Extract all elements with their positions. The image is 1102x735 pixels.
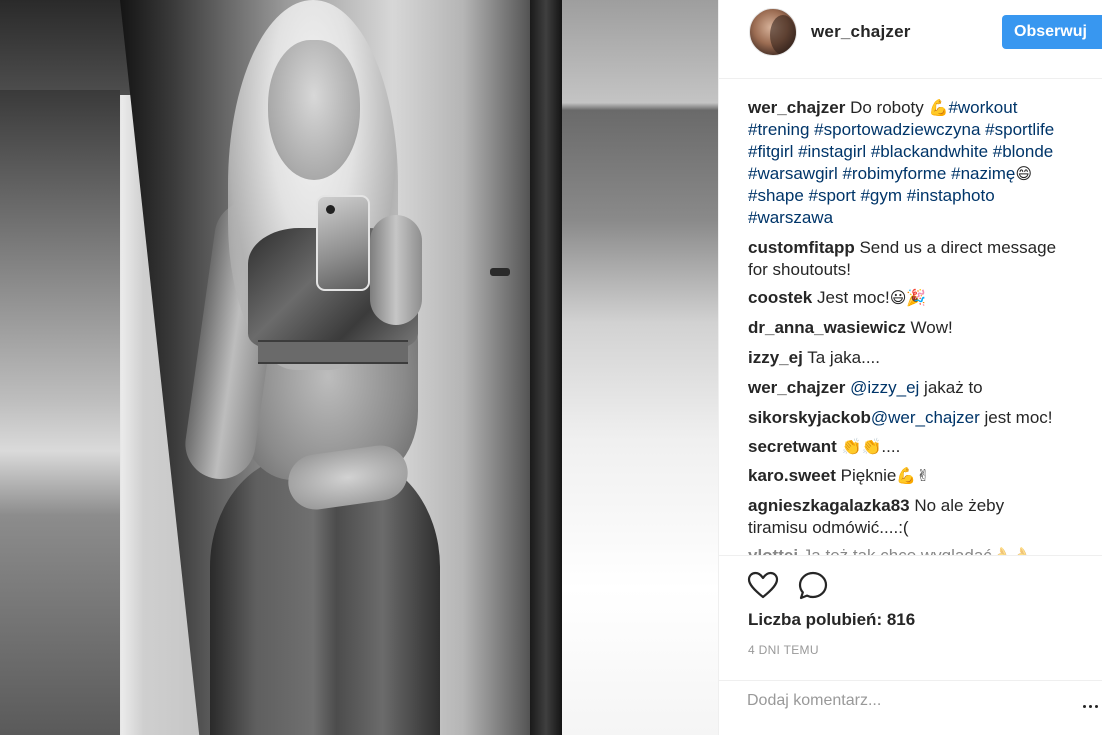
caption-hashtags-line4[interactable]: #warsawgirl #robimyforme #nazimę [748,164,1015,183]
photo-wall-left [0,90,120,735]
comment-text: jakaż to [924,378,983,397]
caption-line: #trening #sportowadziewczyna #sportlife [748,119,1088,141]
caption-line: #shape #sport #gym #instaphoto [748,185,1088,207]
comment-mention[interactable]: @wer_chajzer [871,408,980,427]
comment-text: No ale żeby [914,496,1005,515]
comment-text: jest moc! [984,408,1053,427]
follow-button[interactable]: Obserwuj [1002,15,1102,49]
comment-text: Wow! [910,318,953,337]
comment-mention[interactable]: @izzy_ej [850,378,919,397]
hashtag-workout[interactable]: #workout [948,98,1017,117]
phone-camera-lens [326,205,335,214]
comment-item: dr_anna_wasiewicz Wow! [748,317,1088,339]
comment-username[interactable]: wer_chajzer [748,378,845,397]
caption-hashtags-line2[interactable]: #trening #sportowadziewczyna #sportlife [748,120,1054,139]
comment-text: .... [881,437,901,456]
comment-username[interactable]: sikorskyjackob [748,408,871,427]
comment-item: wer_chajzer @izzy_ej jakaż to [748,377,1088,399]
add-comment-input[interactable] [747,689,1067,713]
comment-emoji: 😃🎉 [889,288,927,307]
photo-door-frame [530,0,562,735]
comment-username[interactable]: izzy_ej [748,348,803,367]
comment-emoji: 👌👌 [992,545,1032,555]
heart-icon[interactable] [747,570,779,602]
author-username[interactable]: wer_chajzer [811,22,911,42]
post-side-panel: wer_chajzer Obserwuj wer_chajzer Do robo… [718,0,1102,735]
post-timestamp: 4 DNI TEMU [748,643,819,657]
photo-wall-right [560,0,718,735]
comment-username[interactable]: dr_anna_wasiewicz [748,318,906,337]
comment-item-continued: for shoutouts! [748,259,1088,281]
photo-face [268,40,360,180]
flexed-biceps-emoji: 💪 [928,98,949,117]
comment-item: sikorskyjackob@wer_chajzer jest moc! [748,407,1088,429]
caption-line: #warszawa [748,207,1088,229]
comment-emoji: 👏👏 [841,437,882,456]
comment-text: Send us a direct message [859,238,1057,257]
author-avatar[interactable] [749,8,797,56]
comment-item-continued: tiramisu odmówić....:( [748,517,1088,539]
comment-text: Ja też tak chce wyglądać [803,546,992,555]
caption-text: Do roboty [850,98,929,117]
comment-icon[interactable] [797,570,829,602]
comment-item: agnieszkagalazka83 No ale żeby [748,495,1088,517]
post-actions: Liczba polubień: 816 4 DNI TEMU [719,555,1102,680]
comments-list[interactable]: wer_chajzer Do roboty 💪#workout #trening… [719,80,1102,555]
likes-count[interactable]: Liczba polubień: 816 [748,610,915,630]
photo-door-handle [490,268,510,276]
photo-bra-band [258,340,408,364]
comment-item: coostek Jest moc!😃🎉 [748,287,1088,309]
caption: wer_chajzer Do roboty 💪#workout [748,97,1088,119]
post-header: wer_chajzer Obserwuj [719,0,1102,79]
comment-item: customfitapp Send us a direct message [748,237,1088,259]
comment-emoji: 💪✌ [896,466,930,485]
comment-username[interactable]: ylottej [748,546,798,555]
comment-item: ylottej Ja też tak chce wyglądać👌👌 [748,545,1088,555]
comment-text: Jest moc! [816,288,890,307]
caption-hashtags-line5[interactable]: #shape #sport #gym #instaphoto [748,186,995,205]
more-options-icon[interactable] [1083,695,1101,708]
comment-username[interactable]: agnieszkagalazka83 [748,496,910,515]
comment-username[interactable]: customfitapp [748,238,855,257]
caption-hashtags-line6[interactable]: #warszawa [748,208,833,227]
comment-item: karo.sweet Pięknie💪✌ [748,465,1088,487]
caption-line: #fitgirl #instagirl #blackandwhite #blon… [748,141,1088,163]
smiling-face-emoji: 😄 [1015,164,1033,183]
comment-item: izzy_ej Ta jaka.... [748,347,1088,369]
caption-hashtags-line3[interactable]: #fitgirl #instagirl #blackandwhite #blon… [748,142,1053,161]
comment-username[interactable]: karo.sweet [748,466,836,485]
comment-text: Pięknie [840,466,897,485]
comment-item: secretwant 👏👏.... [748,436,1088,458]
photo-phone [316,195,370,291]
caption-username[interactable]: wer_chajzer [748,98,845,117]
comment-username[interactable]: coostek [748,288,812,307]
comment-text: Ta jaka.... [807,348,880,367]
comment-text: for shoutouts! [748,260,852,279]
add-comment-bar [719,680,1102,735]
post-photo[interactable] [0,0,718,735]
comment-username[interactable]: secretwant [748,437,837,456]
caption-line: #warsawgirl #robimyforme #nazimę😄 [748,163,1088,185]
photo-arm-right [370,215,422,325]
comment-text: tiramisu odmówić....:( [748,518,909,537]
